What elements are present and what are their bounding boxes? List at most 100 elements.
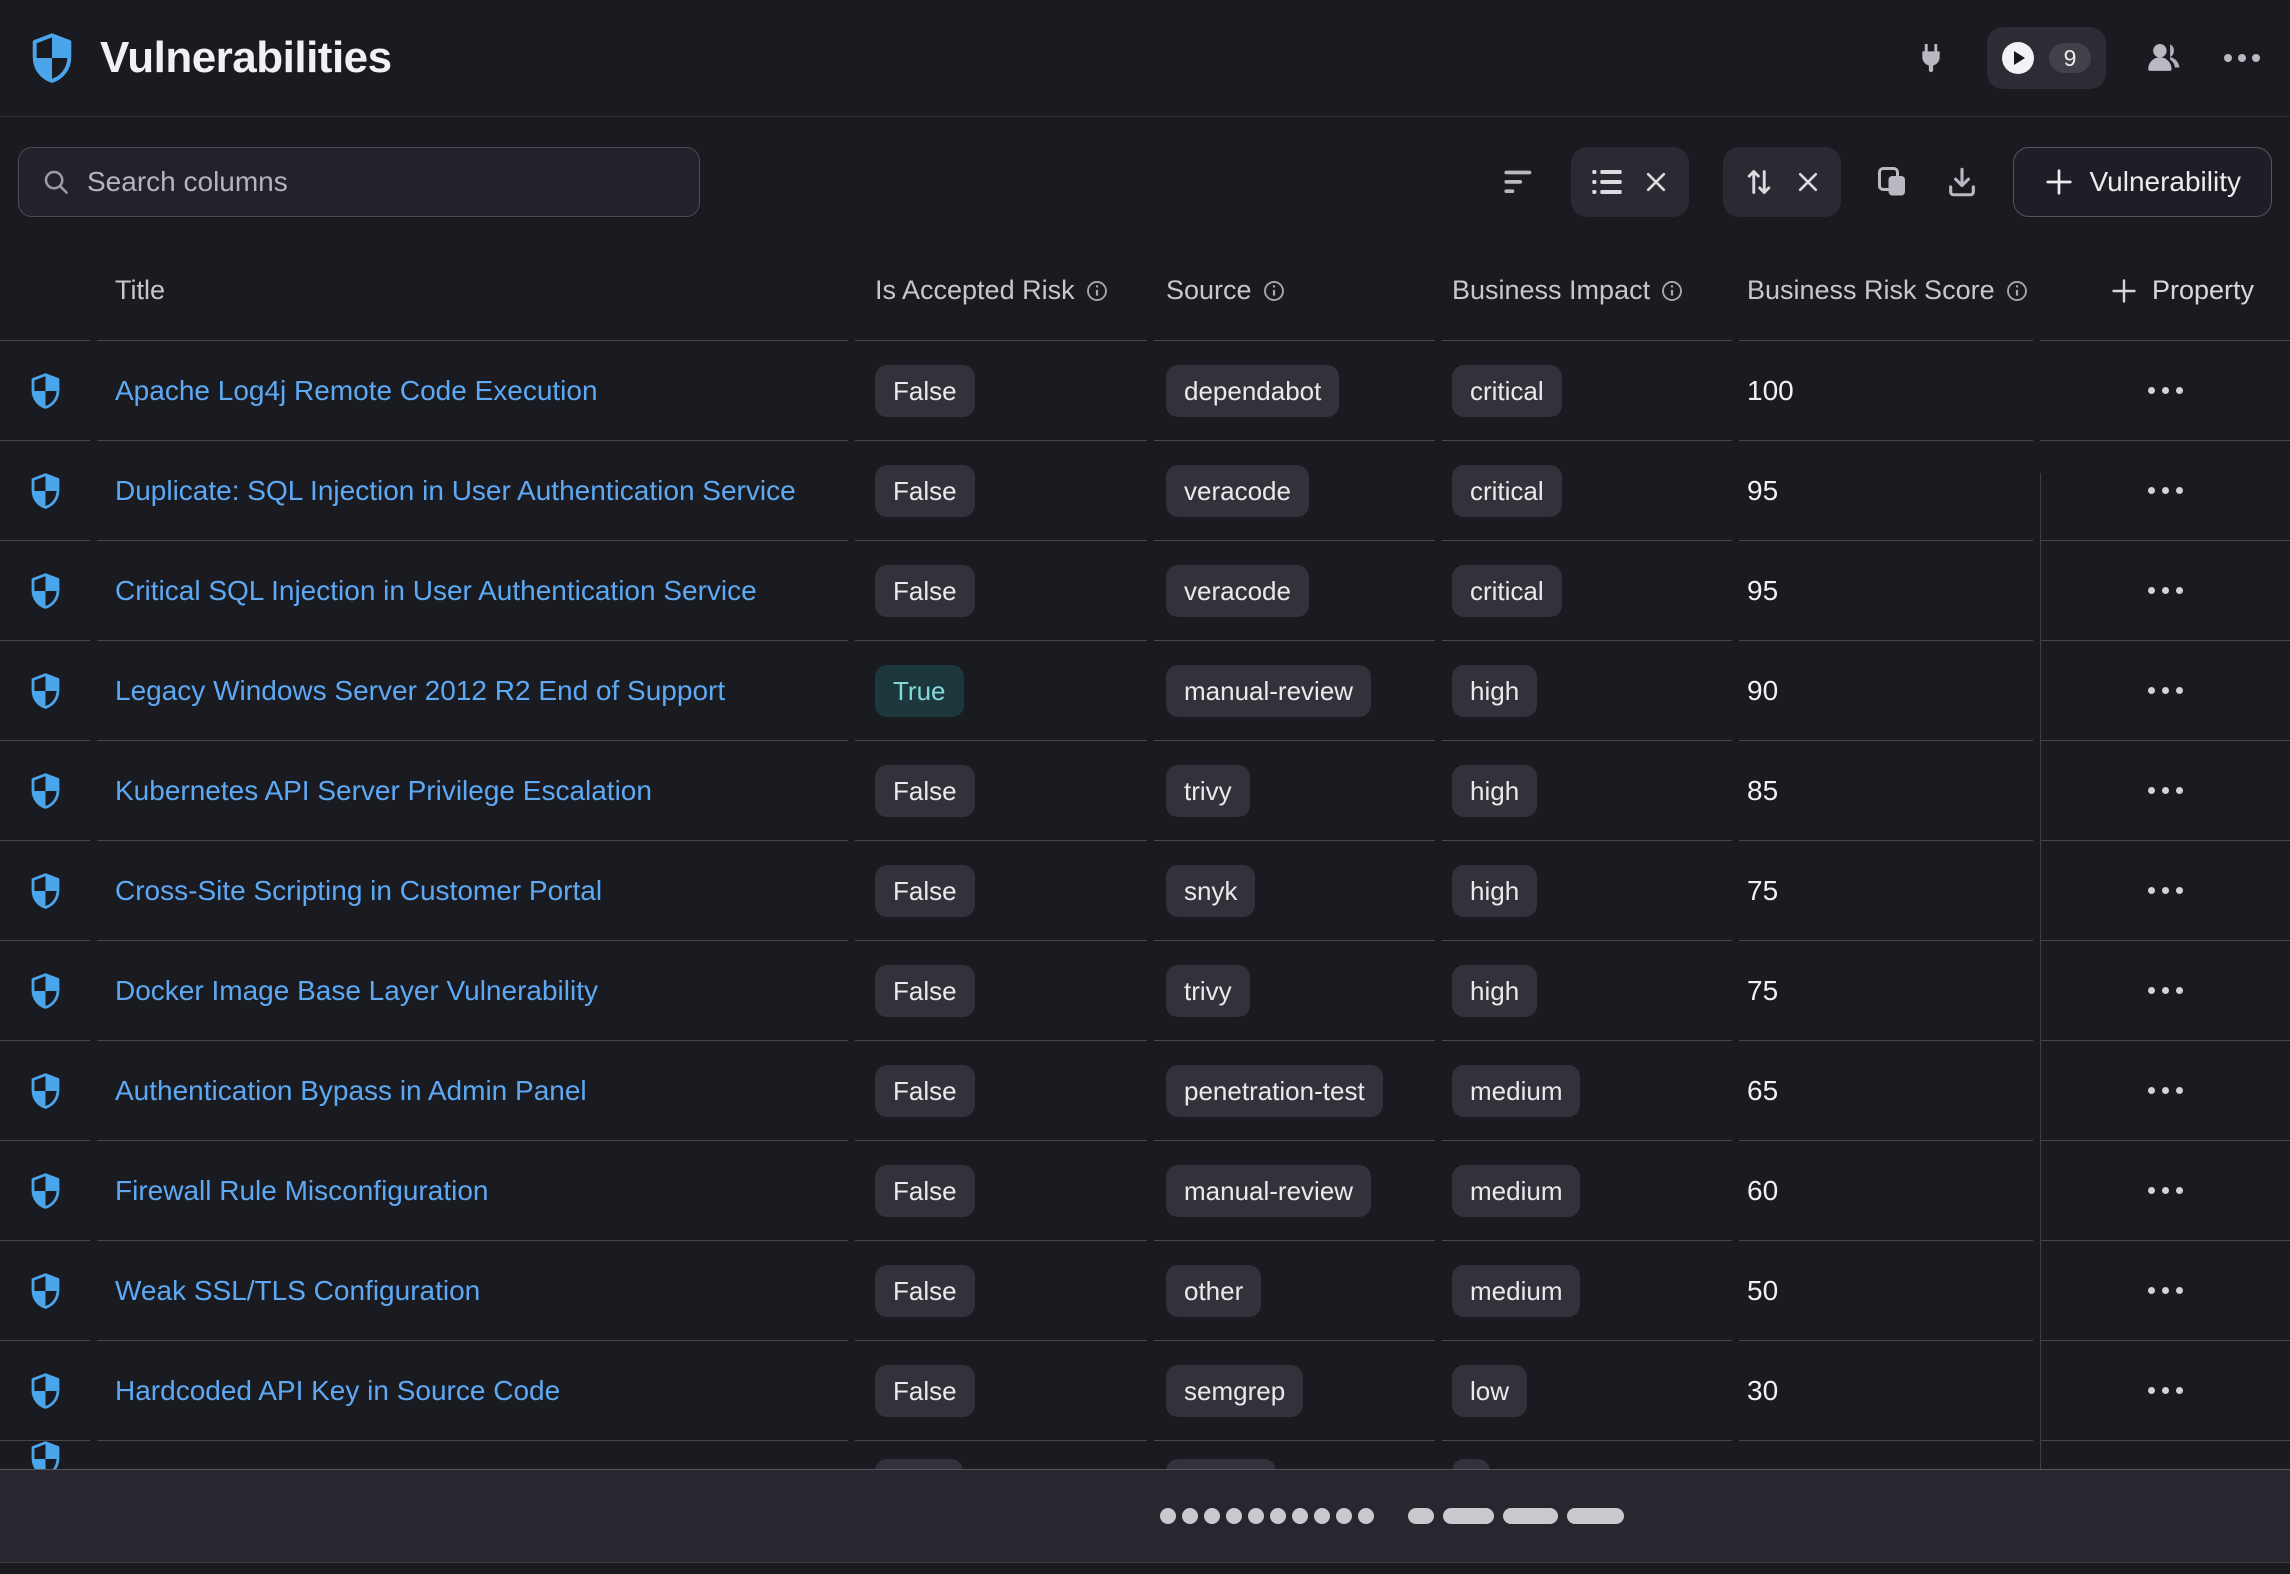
column-header-accepted-risk[interactable]: Is Accepted Risk (855, 241, 1147, 341)
vulnerability-shield-icon (30, 1441, 61, 1469)
row-menu-button[interactable] (2132, 1171, 2199, 1210)
row-menu-button[interactable] (2132, 1371, 2199, 1410)
info-icon[interactable] (2006, 280, 2028, 302)
impact-badge: high (1452, 865, 1537, 917)
row-impact-cell: high (1442, 841, 1732, 941)
add-property-button[interactable]: Property (2076, 275, 2254, 306)
group-by-control (1571, 147, 1689, 217)
accepted-risk-badge: False (875, 765, 975, 817)
row-icon-cell (0, 1341, 90, 1441)
row-accepted-cell: False (855, 841, 1147, 941)
vulnerability-title-link[interactable]: Apache Log4j Remote Code Execution (115, 375, 598, 407)
filter-button[interactable] (1503, 167, 1537, 197)
row-icon-cell (0, 1141, 90, 1241)
row-icon-cell (0, 541, 90, 641)
column-header-business-risk-score[interactable]: Business Risk Score (1739, 241, 2033, 341)
overflow-menu-button[interactable] (2224, 54, 2260, 62)
risk-score-value: 100 (1747, 375, 1794, 407)
row-title-cell: Docker Image Base Layer Vulnerability (97, 941, 848, 1041)
row-score-cell: 95 (1739, 441, 2033, 541)
row-score-cell: 30 (1739, 1341, 2033, 1441)
sort-control (1723, 147, 1841, 217)
column-label: Title (115, 275, 165, 306)
column-label: Source (1166, 275, 1252, 306)
row-menu-button[interactable] (2132, 471, 2199, 510)
skeleton-pill (1567, 1508, 1624, 1524)
risk-score-value: 85 (1747, 775, 1778, 807)
row-menu-button[interactable] (2132, 571, 2199, 610)
info-icon[interactable] (1086, 280, 1108, 302)
integrations-button[interactable] (1915, 42, 1947, 74)
source-badge: other (1166, 1265, 1261, 1317)
row-source-cell: semgrep (1154, 1341, 1435, 1441)
column-header-title[interactable]: Title (97, 241, 848, 341)
page-title: Vulnerabilities (100, 33, 392, 83)
vulnerability-title-link[interactable]: Legacy Windows Server 2012 R2 End of Sup… (115, 675, 725, 707)
ellipsis-icon (2148, 987, 2155, 994)
vulnerability-title-link[interactable]: Firewall Rule Misconfiguration (115, 1175, 488, 1207)
row-menu-button[interactable] (2132, 871, 2199, 910)
row-score-cell (1739, 1441, 2033, 1469)
row-menu-cell (2040, 1241, 2290, 1341)
row-icon-cell (0, 641, 90, 741)
row-menu-button[interactable] (2132, 671, 2199, 710)
column-header-business-impact[interactable]: Business Impact (1442, 241, 1732, 341)
risk-score-value: 65 (1747, 1075, 1778, 1107)
row-source-cell: snyk (1154, 841, 1435, 941)
info-icon[interactable] (1661, 280, 1683, 302)
row-impact-cell: critical (1442, 341, 1732, 441)
run-button[interactable]: 9 (1987, 27, 2106, 89)
row-title-cell: Duplicate: SQL Injection in User Authent… (97, 441, 848, 541)
search-box[interactable] (18, 147, 700, 217)
skeleton-dot (1314, 1508, 1330, 1524)
source-badge: semgrep (1166, 1365, 1303, 1417)
row-accepted-cell: False (855, 741, 1147, 841)
sort-button[interactable] (1743, 165, 1775, 199)
download-button[interactable] (1945, 165, 1979, 199)
row-score-cell: 90 (1739, 641, 2033, 741)
row-accepted-cell: True (855, 641, 1147, 741)
vulnerability-title-link[interactable]: Docker Image Base Layer Vulnerability (115, 975, 598, 1007)
row-menu-button[interactable] (2132, 371, 2199, 410)
row-icon-cell (0, 1441, 90, 1469)
vulnerability-title-link[interactable]: Duplicate: SQL Injection in User Authent… (115, 475, 796, 507)
icon-column-header (0, 241, 90, 341)
column-header-property: Property (2040, 241, 2290, 341)
impact-badge: critical (1452, 565, 1562, 617)
search-input[interactable] (87, 166, 677, 198)
ellipsis-icon (2148, 1087, 2155, 1094)
row-menu-button[interactable] (2132, 971, 2199, 1010)
column-header-source[interactable]: Source (1154, 241, 1435, 341)
skeleton-dot (1358, 1508, 1374, 1524)
impact-badge: low (1452, 1365, 1527, 1417)
row-icon-cell (0, 941, 90, 1041)
vulnerability-shield-icon (30, 973, 61, 1009)
filter-icon (1503, 167, 1537, 197)
list-view-button[interactable] (1591, 167, 1623, 197)
ellipsis-icon (2148, 787, 2155, 794)
row-menu-button[interactable] (2132, 1071, 2199, 1110)
accepted-risk-badge: False (875, 865, 975, 917)
vulnerability-title-link[interactable]: Weak SSL/TLS Configuration (115, 1275, 480, 1307)
row-title-cell: Legacy Windows Server 2012 R2 End of Sup… (97, 641, 848, 741)
vulnerability-title-link[interactable]: Critical SQL Injection in User Authentic… (115, 575, 757, 607)
users-button[interactable] (2146, 41, 2184, 75)
row-menu-cell (2040, 841, 2290, 941)
row-source-cell: manual-review (1154, 641, 1435, 741)
row-icon-cell (0, 1041, 90, 1141)
info-icon[interactable] (1263, 280, 1285, 302)
row-score-cell: 100 (1739, 341, 2033, 441)
vulnerability-title-link[interactable]: Cross-Site Scripting in Customer Portal (115, 875, 602, 907)
row-accepted-cell: False (855, 441, 1147, 541)
clear-group-button[interactable] (1643, 169, 1669, 195)
vulnerability-title-link[interactable]: Kubernetes API Server Privilege Escalati… (115, 775, 652, 807)
add-vulnerability-button[interactable]: Vulnerability (2013, 147, 2272, 217)
row-menu-button[interactable] (2132, 771, 2199, 810)
table-row: Critical SQL Injection in User Authentic… (0, 541, 2290, 641)
row-menu-button[interactable] (2132, 1271, 2199, 1310)
vulnerability-title-link[interactable]: Authentication Bypass in Admin Panel (115, 1075, 587, 1107)
vulnerability-title-link[interactable]: Hardcoded API Key in Source Code (115, 1375, 560, 1407)
copy-button[interactable] (1875, 164, 1911, 200)
accepted-risk-badge: False (875, 965, 975, 1017)
clear-sort-button[interactable] (1795, 169, 1821, 195)
